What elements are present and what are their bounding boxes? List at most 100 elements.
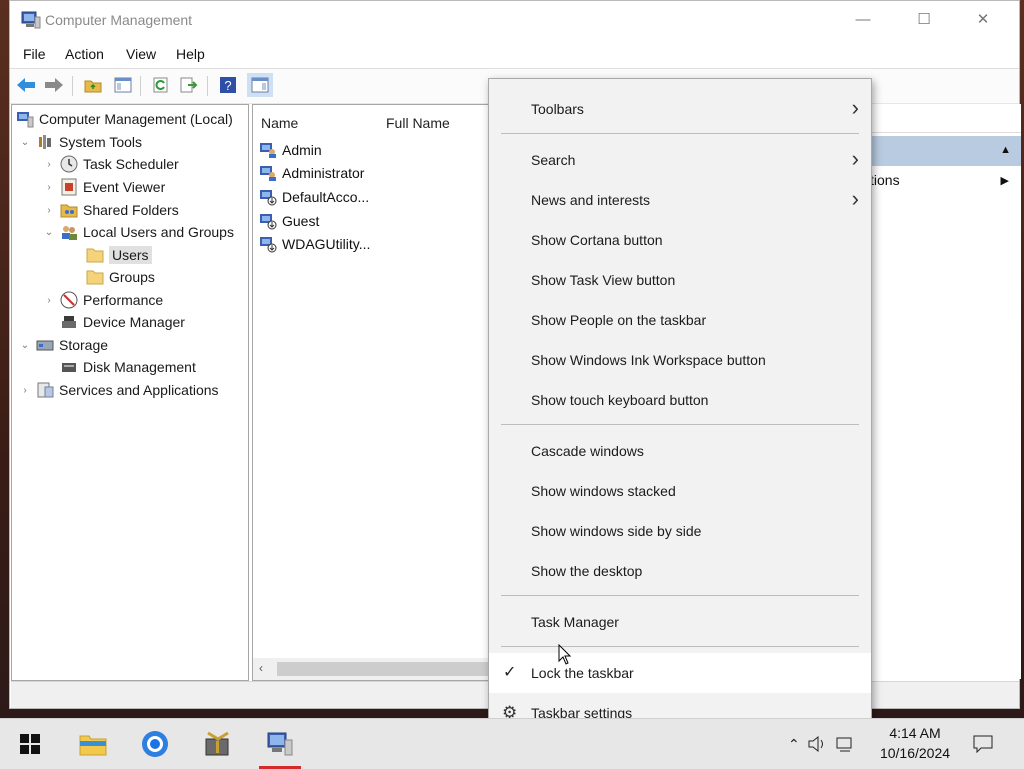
taskbar-clock[interactable]: 4:14 AM 10/16/2024: [872, 723, 958, 763]
show-hide-action-pane-icon[interactable]: [247, 73, 273, 97]
menu-file[interactable]: File: [23, 46, 46, 62]
help-icon[interactable]: ?: [217, 75, 239, 95]
action-center-button[interactable]: [968, 719, 998, 769]
menu-item-show-touch-keyboard[interactable]: Show touch keyboard button: [489, 380, 871, 420]
list-item[interactable]: WDAGUtility...: [259, 233, 370, 255]
minimize-button[interactable]: —: [840, 5, 886, 35]
expand-chevron-icon[interactable]: ›: [42, 182, 56, 193]
actions-users-section[interactable]: ▲: [870, 136, 1021, 166]
more-actions-label[interactable]: tions: [870, 172, 900, 188]
list-item[interactable]: Admin: [259, 139, 322, 161]
mouse-pointer-icon: [558, 644, 572, 665]
forward-arrow-icon[interactable]: [43, 75, 65, 95]
menu-item-show-desktop[interactable]: Show the desktop: [489, 551, 871, 591]
tree-label: Users: [109, 246, 152, 264]
collapse-up-icon[interactable]: ▲: [1000, 144, 1011, 156]
menu-item-search[interactable]: Search ›: [489, 140, 871, 180]
toolbar-separator: [72, 76, 73, 96]
tree-label: Event Viewer: [83, 179, 166, 195]
tree-item-services-apps[interactable]: › Services and Applications: [18, 379, 218, 401]
tree-item-system-tools[interactable]: ⌄ System Tools: [18, 131, 142, 153]
collapse-chevron-icon[interactable]: ⌄: [18, 340, 32, 351]
menu-item-show-task-view[interactable]: Show Task View button: [489, 260, 871, 300]
taskbar-computer-management[interactable]: [255, 719, 305, 769]
menu-item-show-cortana[interactable]: Show Cortana button: [489, 220, 871, 260]
menu-help[interactable]: Help: [176, 46, 205, 62]
column-header-full-name[interactable]: Full Name: [386, 115, 450, 131]
maximize-button[interactable]: ☐: [901, 5, 947, 35]
computer-management-icon: [17, 112, 34, 128]
tree-item-disk-management[interactable]: Disk Management: [60, 356, 196, 378]
back-arrow-icon[interactable]: [15, 75, 37, 95]
menu-item-task-manager[interactable]: Task Manager: [489, 602, 871, 642]
tree-item-event-viewer[interactable]: › Event Viewer: [42, 176, 165, 198]
taskbar-file-explorer[interactable]: [68, 719, 118, 769]
clock-time: 4:14 AM: [889, 725, 941, 741]
expand-chevron-icon[interactable]: ›: [42, 295, 56, 306]
tree-label: Disk Management: [83, 359, 196, 375]
toolbar-separator: [207, 76, 208, 96]
network-icon[interactable]: [836, 736, 854, 752]
tree-item-shared-folders[interactable]: › Shared Folders: [42, 199, 178, 221]
show-hide-console-tree-icon[interactable]: [112, 75, 134, 95]
column-header-name[interactable]: Name: [261, 115, 298, 131]
actions-header: [870, 106, 1021, 133]
menu-item-toolbars[interactable]: Toolbars ›: [489, 89, 871, 129]
windows-logo-icon: [20, 734, 40, 754]
expand-chevron-icon[interactable]: ›: [42, 159, 56, 170]
tree-label: Performance: [83, 292, 164, 308]
toolbar-separator: [140, 76, 141, 96]
scrollbar-thumb[interactable]: [277, 662, 517, 676]
users-group-icon: [62, 226, 77, 240]
tree-label: Computer Management (Local): [39, 111, 233, 127]
tree-item-local-users-groups[interactable]: ⌄ Local Users and Groups: [42, 221, 234, 243]
menu-action[interactable]: Action: [65, 46, 104, 62]
close-button[interactable]: ✕: [960, 5, 1006, 35]
menu-item-label: Show touch keyboard button: [531, 392, 709, 408]
tree-item-groups[interactable]: Groups: [86, 266, 155, 288]
system-tray: ⌃: [788, 719, 854, 769]
submenu-chevron-icon: ›: [851, 186, 859, 211]
up-folder-icon[interactable]: [82, 75, 104, 95]
start-button[interactable]: [5, 719, 55, 769]
menu-item-windows-side-by-side[interactable]: Show windows side by side: [489, 511, 871, 551]
list-item[interactable]: Guest: [259, 210, 319, 232]
collapse-chevron-icon[interactable]: ⌄: [18, 137, 32, 148]
menu-item-windows-stacked[interactable]: Show windows stacked: [489, 471, 871, 511]
menu-item-cascade-windows[interactable]: Cascade windows: [489, 431, 871, 471]
expand-chevron-icon[interactable]: ›: [42, 205, 56, 216]
file-explorer-icon: [79, 735, 107, 756]
menu-item-show-people[interactable]: Show People on the taskbar: [489, 300, 871, 340]
tree-label: System Tools: [59, 134, 142, 150]
menu-item-label: Lock the taskbar: [531, 665, 634, 681]
menu-item-lock-taskbar[interactable]: ✓ Lock the taskbar: [489, 653, 871, 693]
menu-view[interactable]: View: [126, 46, 156, 62]
menu-item-show-ink-workspace[interactable]: Show Windows Ink Workspace button: [489, 340, 871, 380]
list-item[interactable]: DefaultAcco...: [259, 186, 369, 208]
user-name: Administrator: [282, 165, 365, 181]
window-title: Computer Management: [45, 12, 193, 28]
menu-item-news-interests[interactable]: News and interests ›: [489, 180, 871, 220]
menu-item-label: Toolbars: [531, 101, 584, 117]
taskbar-chrome[interactable]: [130, 719, 180, 769]
system-tools-icon: [39, 135, 51, 149]
tree-item-device-manager[interactable]: Device Manager: [60, 311, 185, 333]
scroll-left-icon[interactable]: ‹: [259, 661, 263, 675]
taskbar-archive-app[interactable]: [193, 719, 243, 769]
tree-item-performance[interactable]: › Performance: [42, 289, 163, 311]
collapse-chevron-icon[interactable]: ⌄: [42, 227, 56, 238]
submenu-arrow-icon[interactable]: ▶: [1001, 174, 1009, 187]
menu-item-label: Show People on the taskbar: [531, 312, 707, 328]
export-list-icon[interactable]: [178, 75, 200, 95]
list-item[interactable]: Administrator: [259, 162, 364, 184]
speaker-icon[interactable]: [808, 736, 828, 752]
tree-item-users[interactable]: Users: [86, 244, 152, 266]
refresh-icon[interactable]: [150, 75, 172, 95]
show-hidden-icons-chevron-icon[interactable]: ⌃: [788, 736, 800, 753]
expand-chevron-icon[interactable]: ›: [18, 385, 32, 396]
tree-item-storage[interactable]: ⌄ Storage: [18, 334, 108, 356]
menu-item-label: Search: [531, 152, 576, 168]
tree-item-computer-management[interactable]: Computer Management (Local): [16, 108, 233, 130]
tree-item-task-scheduler[interactable]: › Task Scheduler: [42, 153, 179, 175]
submenu-chevron-icon: ›: [851, 95, 859, 120]
